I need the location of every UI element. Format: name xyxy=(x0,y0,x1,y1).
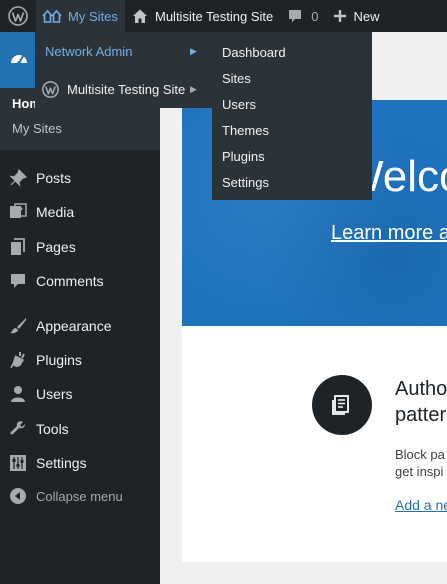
sidebar-item-label: Users xyxy=(36,386,73,402)
sidebar-item-settings[interactable]: Settings xyxy=(0,446,160,480)
block-patterns-title: Autho patter xyxy=(395,376,447,428)
comment-icon xyxy=(0,272,36,290)
sidebar-item-posts[interactable]: Posts xyxy=(0,161,160,195)
plus-icon xyxy=(333,10,346,22)
site-label: Multisite Testing Site xyxy=(67,81,186,97)
wordpress-icon xyxy=(8,6,28,26)
wordpress-logo-menu[interactable] xyxy=(0,0,36,32)
block-desc-line: get inspi xyxy=(395,464,444,479)
sidebar-item-label: Settings xyxy=(36,455,87,471)
learn-more-link[interactable]: Learn more a xyxy=(331,222,447,245)
block-title-line: patter xyxy=(395,404,447,426)
sidebar-item-label: Pages xyxy=(36,239,76,255)
submenu-my-sites[interactable]: My Sites xyxy=(12,121,62,136)
wrench-icon xyxy=(0,420,36,438)
sidebar-item-pages[interactable]: Pages xyxy=(0,230,160,264)
admin-sidebar: Hom My Sites Posts Media Pages Comments … xyxy=(0,32,160,584)
network-admin-menu-item[interactable]: Network Admin ▶ xyxy=(35,32,212,70)
comments-menu[interactable]: 0 xyxy=(280,0,325,32)
my-sites-label: My Sites xyxy=(68,8,118,24)
sidebar-item-label: Posts xyxy=(36,170,72,186)
network-submenu-themes[interactable]: Themes xyxy=(212,117,372,143)
pages-icon xyxy=(0,238,36,256)
plugin-icon xyxy=(0,351,36,369)
sidebar-item-label: Media xyxy=(36,204,75,220)
wordpress-icon xyxy=(42,80,59,98)
comments-count: 0 xyxy=(311,8,319,24)
chevron-right-icon: ▶ xyxy=(190,45,197,56)
pushpin-icon xyxy=(0,169,36,187)
user-icon xyxy=(0,385,36,403)
network-submenu-settings[interactable]: Settings xyxy=(212,169,372,195)
new-content-menu[interactable]: New xyxy=(326,0,387,32)
block-desc-line: Block pa xyxy=(395,447,445,462)
site-name-menu[interactable]: Multisite Testing Site xyxy=(125,0,280,32)
add-new-page-link[interactable]: Add a ne xyxy=(395,497,447,513)
admin-bar: My Sites Multisite Testing Site 0 New xyxy=(0,0,447,32)
my-sites-dropdown: Network Admin ▶ Multisite Testing Site ▶ xyxy=(35,32,212,108)
sites-icon xyxy=(42,9,62,23)
sidebar-item-label: Collapse menu xyxy=(36,488,123,504)
network-submenu-plugins[interactable]: Plugins xyxy=(212,143,372,169)
media-icon xyxy=(0,203,36,221)
site-name-label: Multisite Testing Site xyxy=(155,8,274,24)
sidebar-item-label: Plugins xyxy=(36,352,82,368)
settings-icon xyxy=(0,454,36,472)
block-title-line: Autho xyxy=(395,378,447,400)
network-submenu-dashboard[interactable]: Dashboard xyxy=(212,39,372,65)
my-sites-menu[interactable]: My Sites xyxy=(36,0,125,32)
comment-icon xyxy=(289,10,302,23)
chevron-right-icon: ▶ xyxy=(190,83,197,94)
site-menu-item[interactable]: Multisite Testing Site ▶ xyxy=(35,70,212,108)
block-patterns-description: Block pa get inspi xyxy=(395,446,445,480)
new-label: New xyxy=(353,8,380,24)
block-patterns-icon xyxy=(312,375,372,435)
network-submenu-sites[interactable]: Sites xyxy=(212,65,372,91)
collapse-menu-button[interactable]: Collapse menu xyxy=(0,479,160,513)
sidebar-item-media[interactable]: Media xyxy=(0,195,160,229)
sidebar-item-label: Tools xyxy=(36,421,69,437)
sidebar-item-users[interactable]: Users xyxy=(0,377,160,411)
sidebar-item-comments[interactable]: Comments xyxy=(0,264,160,298)
sidebar-item-plugins[interactable]: Plugins xyxy=(0,343,160,377)
network-admin-submenu: Dashboard Sites Users Themes Plugins Set… xyxy=(212,32,372,200)
home-icon xyxy=(133,9,147,23)
network-admin-label: Network Admin xyxy=(45,43,133,59)
paintbrush-icon xyxy=(0,317,36,335)
sidebar-item-label: Appearance xyxy=(36,318,112,334)
sidebar-item-tools[interactable]: Tools xyxy=(0,412,160,446)
sidebar-item-label: Comments xyxy=(36,273,104,289)
sidebar-item-appearance[interactable]: Appearance xyxy=(0,309,160,343)
dashboard-icon xyxy=(11,55,27,65)
collapse-icon xyxy=(0,487,36,505)
network-submenu-users[interactable]: Users xyxy=(212,91,372,117)
